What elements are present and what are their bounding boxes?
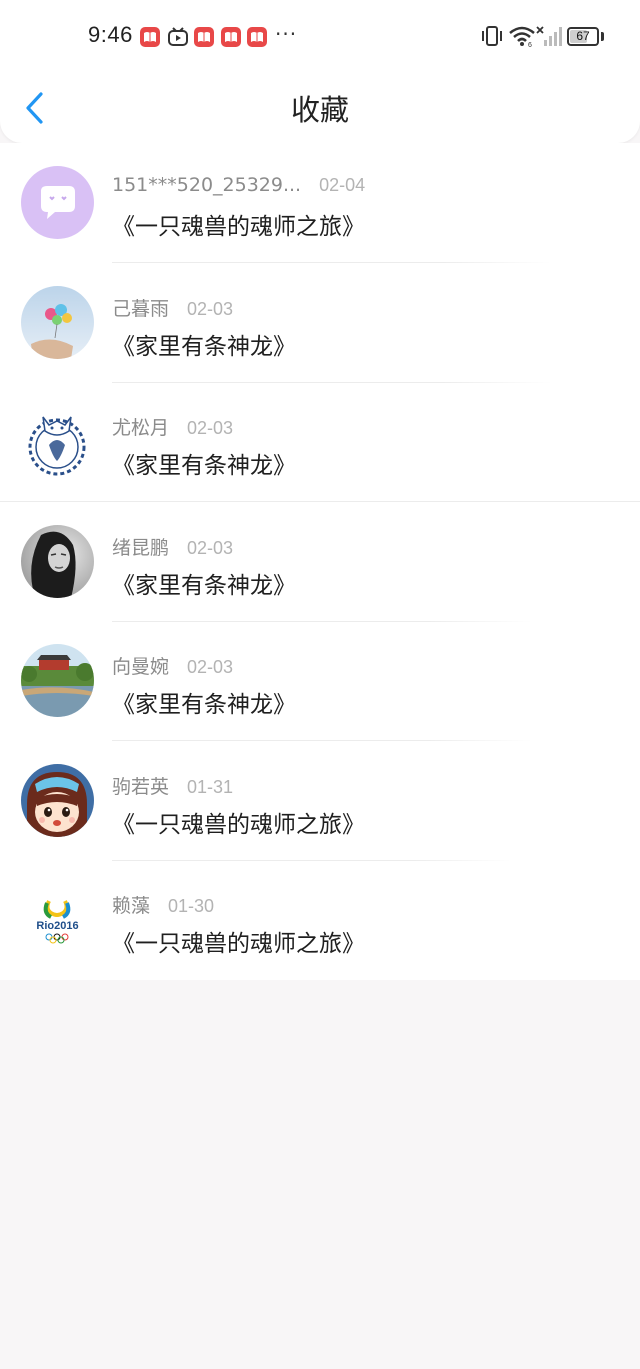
username: 驹若英 [112, 776, 170, 798]
book-title[interactable]: 《家里有条神龙》 [112, 446, 296, 480]
username: 向曼婉 [112, 656, 170, 678]
tv-app-icon [167, 26, 189, 46]
signal-icon [536, 25, 562, 47]
date: 02-03 [187, 299, 234, 319]
battery-percent: 67 [576, 29, 590, 43]
list-item[interactable]: 向曼婉 02-03 《家里有条神龙》 [0, 621, 640, 741]
avatar[interactable] [21, 764, 94, 837]
rio2016-logo-avatar-icon: Rio2016 [21, 883, 94, 956]
avatar[interactable] [21, 644, 94, 717]
battery-nub [601, 32, 604, 41]
svg-text:6: 6 [528, 42, 532, 47]
porcelain-mascot-avatar-icon [21, 405, 94, 478]
book-title[interactable]: 《一只魂兽的魂师之旅》 [112, 207, 365, 241]
list-item[interactable]: Rio2016 赖藻 01-30 《一只魂兽的魂师之旅》 [0, 860, 640, 979]
book-title[interactable]: 《一只魂兽的魂师之旅》 [112, 805, 365, 839]
avatar[interactable] [21, 286, 94, 359]
chat-bubble-avatar-icon [21, 166, 94, 239]
book-app-icon [247, 27, 267, 47]
username: 赖藻 [112, 895, 151, 917]
header-bar: 9:46 ··· 6 67 收藏 [0, 0, 640, 143]
avatar[interactable] [21, 405, 94, 478]
username: 尤松月 [112, 417, 170, 439]
username: 己暮雨 [112, 298, 170, 320]
book-app-icon [221, 27, 241, 47]
favorites-list: 151***520_25329... 02-04 《一只魂兽的魂师之旅》 己暮雨 0… [0, 143, 640, 980]
avatar[interactable] [21, 525, 94, 598]
book-title[interactable]: 《家里有条神龙》 [112, 566, 296, 600]
book-title[interactable]: 《家里有条神龙》 [112, 685, 296, 719]
date: 02-03 [187, 538, 234, 558]
page-title: 收藏 [290, 93, 349, 127]
status-time: 9:46 [88, 22, 133, 47]
username: 151***520_25329... [112, 174, 302, 196]
balloons-photo-avatar-icon [21, 286, 94, 359]
date: 01-30 [168, 896, 215, 916]
book-title[interactable]: 《一只魂兽的魂师之旅》 [112, 924, 365, 958]
username: 绪昆鹏 [112, 537, 170, 559]
book-app-icon [194, 27, 214, 47]
vibrate-icon [480, 25, 504, 47]
avatar[interactable]: Rio2016 [21, 883, 94, 956]
avatar[interactable] [21, 166, 94, 239]
list-item[interactable]: 驹若英 01-31 《一只魂兽的魂师之旅》 [0, 741, 640, 861]
portrait-photo-avatar-icon [21, 525, 94, 598]
list-item[interactable]: 己暮雨 02-03 《家里有条神龙》 [0, 263, 640, 383]
list-item[interactable]: 151***520_25329... 02-04 《一只魂兽的魂师之旅》 [0, 143, 640, 263]
date: 02-03 [187, 418, 234, 438]
date: 02-03 [187, 657, 234, 677]
cartoon-girl-avatar-icon [21, 764, 94, 837]
battery-icon: 67 [567, 27, 599, 46]
book-app-icon [140, 27, 160, 47]
book-title[interactable]: 《家里有条神龙》 [112, 327, 296, 361]
more-notifications-icon: ··· [275, 22, 298, 46]
list-item[interactable]: 绪昆鹏 02-03 《家里有条神龙》 [0, 502, 640, 622]
status-bar: 9:46 ··· 6 67 [0, 0, 640, 72]
list-item[interactable]: 尤松月 02-03 《家里有条神龙》 [0, 382, 640, 502]
date: 02-04 [319, 175, 366, 195]
garden-photo-avatar-icon [21, 644, 94, 717]
wifi-icon: 6 [508, 25, 536, 49]
date: 01-31 [187, 777, 234, 797]
svg-text:Rio2016: Rio2016 [36, 920, 78, 932]
